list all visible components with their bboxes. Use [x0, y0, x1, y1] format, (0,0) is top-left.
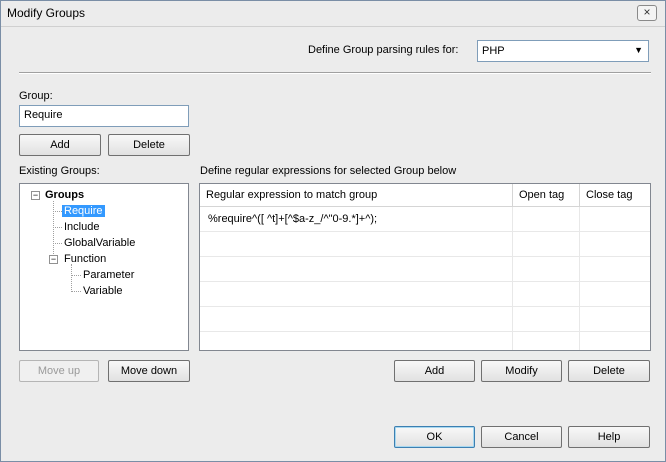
- table-row[interactable]: [200, 282, 650, 307]
- tree-connector: [71, 291, 81, 292]
- tree-connector: [71, 275, 81, 276]
- group-name-input[interactable]: Require: [19, 105, 189, 127]
- cell-open-tag: [513, 207, 580, 231]
- tree-node-function[interactable]: Function: [64, 252, 106, 266]
- tree-connector: [53, 211, 62, 212]
- cell-regex: %require^([ ^t]+[^$a-z_/^"0-9.*]+^);: [200, 207, 513, 231]
- tree-node-globalvariable[interactable]: GlobalVariable: [64, 236, 135, 250]
- cell-close-tag: [580, 207, 650, 231]
- table-header: Regular expression to match group Open t…: [200, 184, 650, 207]
- tree-node-label: Require: [62, 205, 105, 217]
- table-row[interactable]: [200, 257, 650, 282]
- cell-close-tag: [580, 307, 650, 331]
- cell-open-tag: [513, 232, 580, 256]
- cancel-button[interactable]: Cancel: [481, 426, 562, 448]
- cell-regex: [200, 332, 513, 350]
- language-select[interactable]: PHP ▼: [477, 40, 649, 62]
- group-label: Group:: [19, 90, 53, 102]
- add-group-button[interactable]: Add: [19, 134, 101, 156]
- modify-groups-dialog: Modify Groups × Define Group parsing rul…: [0, 0, 666, 462]
- move-up-button[interactable]: Move up: [19, 360, 99, 382]
- existing-groups-label: Existing Groups:: [19, 165, 100, 177]
- regex-section-label: Define regular expressions for selected …: [200, 165, 457, 177]
- tree-connector: [71, 264, 72, 292]
- close-icon: ×: [643, 5, 651, 19]
- column-header-open-tag[interactable]: Open tag: [513, 184, 580, 206]
- tree-node-require[interactable]: Require: [62, 204, 105, 218]
- cell-regex: [200, 307, 513, 331]
- ok-button[interactable]: OK: [394, 426, 475, 448]
- window-title: Modify Groups: [7, 6, 86, 20]
- cell-close-tag: [580, 282, 650, 306]
- table-row[interactable]: [200, 332, 650, 350]
- cell-close-tag: [580, 257, 650, 281]
- tree-node-groups[interactable]: Groups: [45, 188, 84, 202]
- help-button[interactable]: Help: [568, 426, 650, 448]
- cell-open-tag: [513, 257, 580, 281]
- move-down-button[interactable]: Move down: [108, 360, 190, 382]
- groups-tree[interactable]: − Groups Require Include GlobalVariable …: [19, 183, 189, 351]
- column-header-close-tag[interactable]: Close tag: [580, 184, 650, 206]
- tree-connector: [53, 243, 62, 244]
- collapse-icon[interactable]: −: [49, 255, 58, 264]
- cell-regex: [200, 282, 513, 306]
- title-bar: Modify Groups ×: [1, 1, 665, 27]
- cell-open-tag: [513, 307, 580, 331]
- tree-connector: [53, 201, 54, 260]
- collapse-icon[interactable]: −: [31, 191, 40, 200]
- close-button[interactable]: ×: [637, 5, 657, 21]
- parsing-rules-label: Define Group parsing rules for:: [308, 44, 459, 56]
- language-select-value: PHP: [482, 45, 505, 57]
- cell-open-tag: [513, 332, 580, 350]
- tree-connector: [53, 227, 62, 228]
- regex-table[interactable]: Regular expression to match group Open t…: [199, 183, 651, 351]
- cell-regex: [200, 257, 513, 281]
- chevron-down-icon: ▼: [634, 45, 643, 55]
- delete-regex-button[interactable]: Delete: [568, 360, 650, 382]
- column-header-regex[interactable]: Regular expression to match group: [200, 184, 513, 206]
- table-row[interactable]: [200, 307, 650, 332]
- separator: [19, 72, 651, 74]
- tree-node-include[interactable]: Include: [64, 220, 99, 234]
- cell-regex: [200, 232, 513, 256]
- cell-close-tag: [580, 232, 650, 256]
- modify-regex-button[interactable]: Modify: [481, 360, 562, 382]
- tree-node-variable[interactable]: Variable: [83, 284, 123, 298]
- cell-open-tag: [513, 282, 580, 306]
- tree-node-parameter[interactable]: Parameter: [83, 268, 134, 282]
- table-row[interactable]: [200, 232, 650, 257]
- table-row[interactable]: %require^([ ^t]+[^$a-z_/^"0-9.*]+^);: [200, 207, 650, 232]
- delete-group-button[interactable]: Delete: [108, 134, 190, 156]
- add-regex-button[interactable]: Add: [394, 360, 475, 382]
- cell-close-tag: [580, 332, 650, 350]
